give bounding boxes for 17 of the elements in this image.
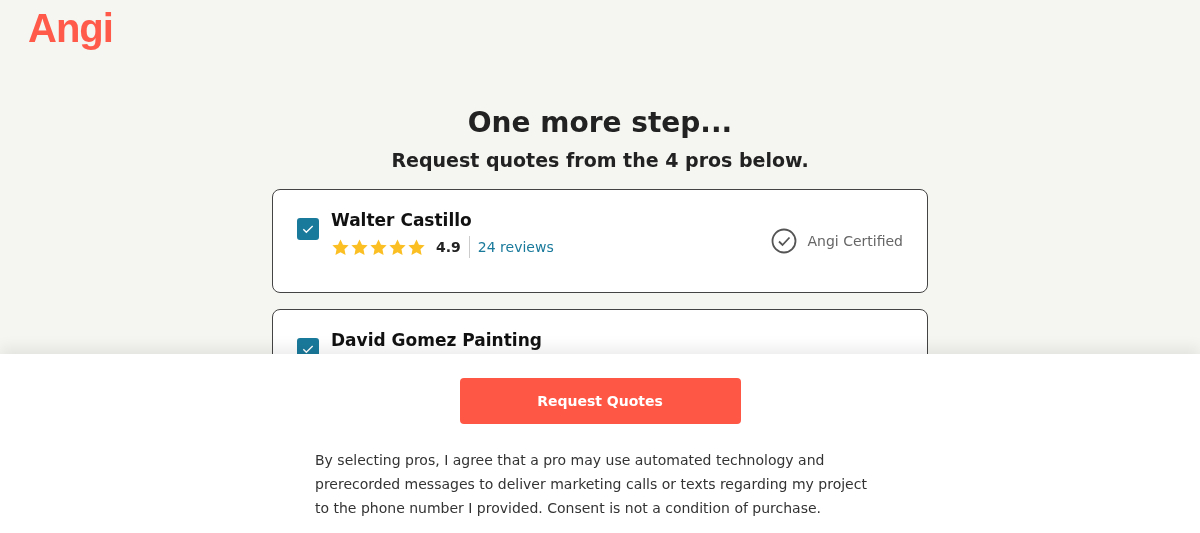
page-subtitle: Request quotes from the 4 pros below. [390,149,810,171]
star-icon [369,237,388,257]
page-title: One more step... [466,106,734,139]
certified-label: Angi Certified [807,233,903,249]
checkbox[interactable] [297,218,319,240]
star-icon [350,237,369,257]
request-quotes-button[interactable]: Request Quotes [459,378,741,424]
logo[interactable]: Angi [28,6,113,50]
star-icon [407,237,426,257]
star-icon [388,237,407,257]
pro-name: David Gomez Painting [331,330,542,350]
star-icon [331,237,350,257]
consent-text: By selecting pros, I agree that a pro may use automated technology and prerecorded messages to deliver marketing calls or texts regarding my project to the phone number I provided. Consent is not a condition of purchase. [315,451,868,518]
rating-value: 4.9 [436,239,461,255]
pro-name: Walter Castillo [331,210,473,230]
check-circle-icon [771,228,798,254]
reviews-link[interactable]: 24 reviews [477,239,554,255]
